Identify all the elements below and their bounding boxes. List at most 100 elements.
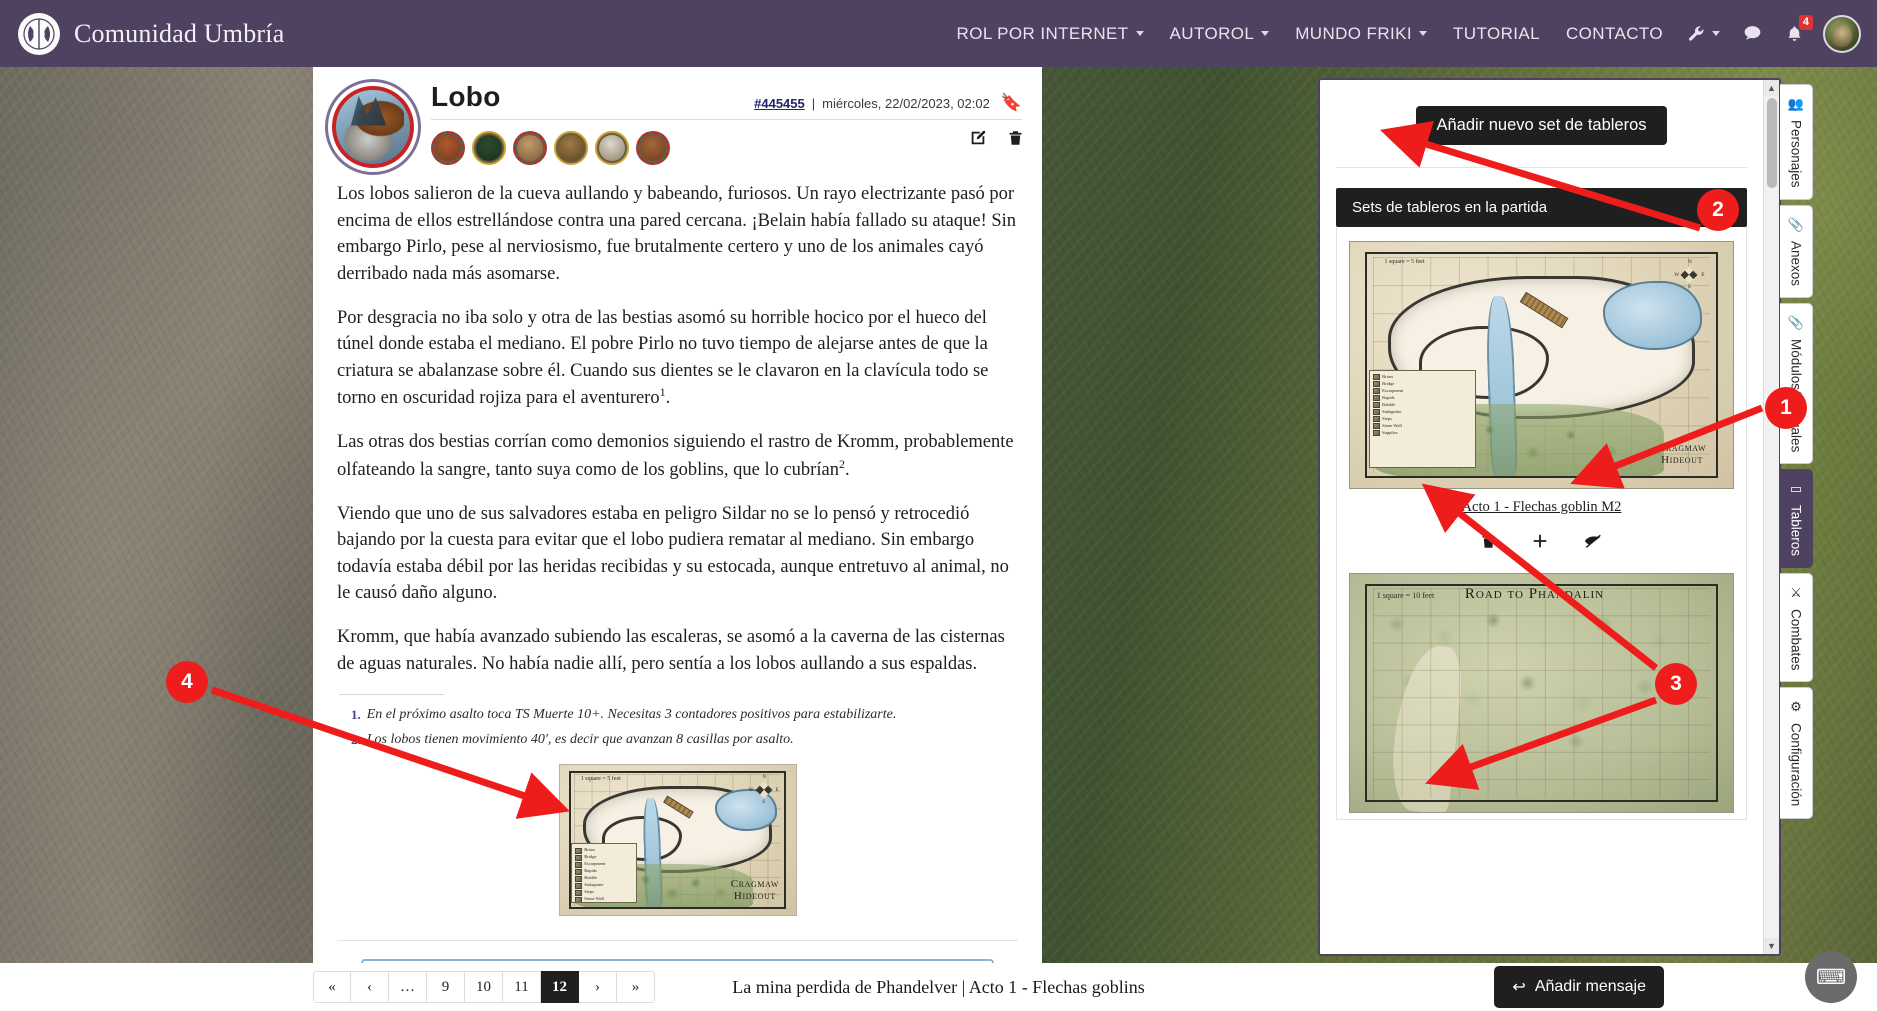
messages-button[interactable] (1731, 23, 1774, 44)
side-tabs: 👥 Personajes 📎 Anexos 📎 Módulos/Manuales… (1780, 84, 1813, 824)
board-caption-link[interactable]: Acto 1 - Flechas goblin M2 (1349, 499, 1734, 516)
site-logo-icon (18, 12, 60, 55)
board-thumbnail-cragmaw[interactable]: 1 square = 5 feet N S E W Briars Bridge … (1349, 241, 1734, 489)
keyboard-fab-button[interactable]: ⌨ (1805, 951, 1857, 1003)
nav-label: ROL POR INTERNET (956, 23, 1129, 43)
paperclip-icon: 📎 (1787, 314, 1805, 330)
post-id-link[interactable]: #445455 (754, 96, 805, 111)
paperclip-icon: 📎 (1787, 216, 1805, 232)
post-paragraph: Los lobos salieron de la cueva aullando … (337, 184, 1017, 284)
page-prev[interactable]: ‹ (351, 971, 389, 1003)
footnote-number: 2. (351, 732, 361, 748)
page-9[interactable]: 9 (427, 971, 465, 1003)
nav-mundo-friki[interactable]: MUNDO FRIKI (1282, 24, 1440, 44)
post-title-row: Lobo #445455 | miércoles, 22/02/2023, 02… (431, 81, 1022, 120)
sidebar-tab-anexos[interactable]: 📎 Anexos (1780, 204, 1813, 298)
character-avatar-6[interactable] (636, 131, 670, 165)
nav-label: CONTACTO (1565, 23, 1663, 43)
character-avatar-3[interactable] (513, 131, 547, 165)
notification-badge: 4 (1798, 14, 1813, 30)
nav-autorol[interactable]: AUTOROL (1157, 24, 1283, 44)
character-avatars-row (431, 131, 1022, 165)
tab-label: Módulos/Manuales (1788, 338, 1804, 452)
paragraph-period: . (844, 459, 850, 480)
tab-label: Personajes (1788, 120, 1804, 188)
chevron-down-icon (1261, 31, 1270, 36)
paragraph-text: Las otras dos bestias corrían como demon… (337, 432, 1014, 480)
nav-label: AUTOROL (1169, 23, 1255, 43)
sidebar-tab-tableros[interactable]: ▭ Tableros (1780, 468, 1813, 568)
add-message-button[interactable]: ↩ Añadir mensaje (1494, 966, 1664, 1008)
gear-icon: ⚙ (1790, 699, 1802, 715)
top-navbar: Comunidad Umbría ROL POR INTERNET AUTORO… (0, 0, 1877, 67)
game-title: La mina perdida de Phandelver | Acto 1 -… (732, 976, 1145, 997)
notifications-button[interactable]: 4 (1774, 14, 1815, 44)
post-tools (969, 129, 1024, 152)
footnotes-separator (339, 694, 444, 696)
post-paragraph: Por desgracia no iba solo y otra de las … (337, 305, 1018, 413)
add-board-icon[interactable] (1531, 532, 1549, 555)
character-avatar-1[interactable] (431, 131, 465, 165)
page-ellipsis[interactable]: … (389, 971, 427, 1003)
character-avatar-5[interactable] (595, 131, 629, 165)
bookmark-icon[interactable]: 🔖 (1001, 93, 1022, 113)
scroll-down-arrow-icon[interactable]: ▼ (1764, 938, 1779, 954)
page-10[interactable]: 10 (465, 971, 503, 1003)
post-divider (337, 940, 1018, 942)
users-icon: 👥 (1787, 96, 1805, 111)
sidebar-tab-configuracion[interactable]: ⚙ Configuración (1780, 687, 1813, 819)
nav-contacto[interactable]: CONTACTO (1553, 24, 1676, 44)
character-avatar-2[interactable] (472, 131, 506, 165)
board-set-header: Sets de tableros en la partida (1336, 188, 1747, 227)
inline-board-image[interactable]: 1 square = 5 feet N S E W Briars Bridge … (558, 764, 797, 917)
scrollbar-thumb[interactable] (1767, 98, 1777, 188)
tools-menu-button[interactable] (1676, 24, 1731, 43)
panel-scrollbar[interactable]: ▲ ▼ (1763, 80, 1779, 954)
page-12[interactable]: 12 (541, 971, 579, 1003)
tab-label: Configuración (1788, 723, 1804, 807)
board-actions (1349, 532, 1734, 555)
chevron-down-icon (1712, 31, 1720, 36)
paragraph-period: . (665, 388, 671, 409)
nav-tutorial[interactable]: TUTORIAL (1440, 24, 1553, 44)
page-last[interactable]: » (617, 971, 655, 1003)
wrench-icon (1689, 26, 1704, 41)
footnote-item: 2. Los lobos tienen movimiento 40', es d… (351, 732, 1018, 748)
footnote-item: 1. En el próximo asalto toca TS Muerte 1… (351, 707, 1018, 723)
footnote-text: Los lobos tienen movimiento 40', es deci… (366, 732, 794, 748)
chevron-down-icon (1419, 31, 1428, 36)
character-avatar-4[interactable] (554, 131, 588, 165)
pagination: « ‹ … 9 10 11 12 › » (313, 971, 655, 1003)
panel-scroll-area: Añadir nuevo set de tableros Sets de tab… (1320, 80, 1763, 954)
post-date: miércoles, 22/02/2023, 02:02 (822, 95, 990, 111)
brand[interactable]: Comunidad Umbría (18, 12, 285, 55)
post-paragraph: Kromm, que había avanzado subiendo las e… (337, 627, 1005, 674)
sidebar-tab-combates[interactable]: ⚔ Combates (1780, 572, 1813, 683)
meta-separator: | (811, 95, 816, 111)
nav-label: TUTORIAL (1453, 23, 1540, 43)
navbar-right: ROL POR INTERNET AUTOROL MUNDO FRIKI TUT… (944, 14, 1877, 53)
post-title: Lobo (431, 81, 501, 112)
board-thumbnail-phandalin[interactable]: 1 square = 10 feet Road to Phandalin (1349, 573, 1734, 813)
add-board-set-button[interactable]: Añadir nuevo set de tableros (1416, 106, 1667, 145)
page-next[interactable]: › (579, 971, 617, 1003)
post-paragraph: Las otras dos bestias corrían como demon… (337, 429, 1018, 483)
brand-name: Comunidad Umbría (74, 18, 285, 48)
sidebar-tab-personajes[interactable]: 👥 Personajes (1780, 84, 1813, 200)
hide-board-icon[interactable] (1583, 532, 1603, 555)
page-11[interactable]: 11 (503, 971, 541, 1003)
trash-icon[interactable] (1007, 129, 1024, 152)
post-paragraph: Viendo que uno de sus salvadores estaba … (337, 503, 1009, 604)
nav-rol-por-internet[interactable]: ROL POR INTERNET (944, 24, 1157, 44)
tab-label: Tableros (1788, 504, 1804, 556)
edit-pencil-icon[interactable] (969, 129, 987, 152)
post-header: Lobo #445455 | miércoles, 22/02/2023, 02… (313, 67, 1042, 175)
page-first[interactable]: « (313, 971, 351, 1003)
sidebar-tab-modulos-manuales[interactable]: 📎 Módulos/Manuales (1780, 302, 1813, 464)
user-avatar[interactable] (1823, 14, 1861, 53)
post-column: Lobo #445455 | miércoles, 22/02/2023, 02… (313, 67, 1042, 963)
footnote-number: 1. (351, 707, 361, 723)
scroll-up-arrow-icon[interactable]: ▲ (1764, 80, 1779, 96)
post-author-avatar[interactable] (325, 79, 421, 175)
delete-board-icon[interactable] (1480, 532, 1497, 555)
